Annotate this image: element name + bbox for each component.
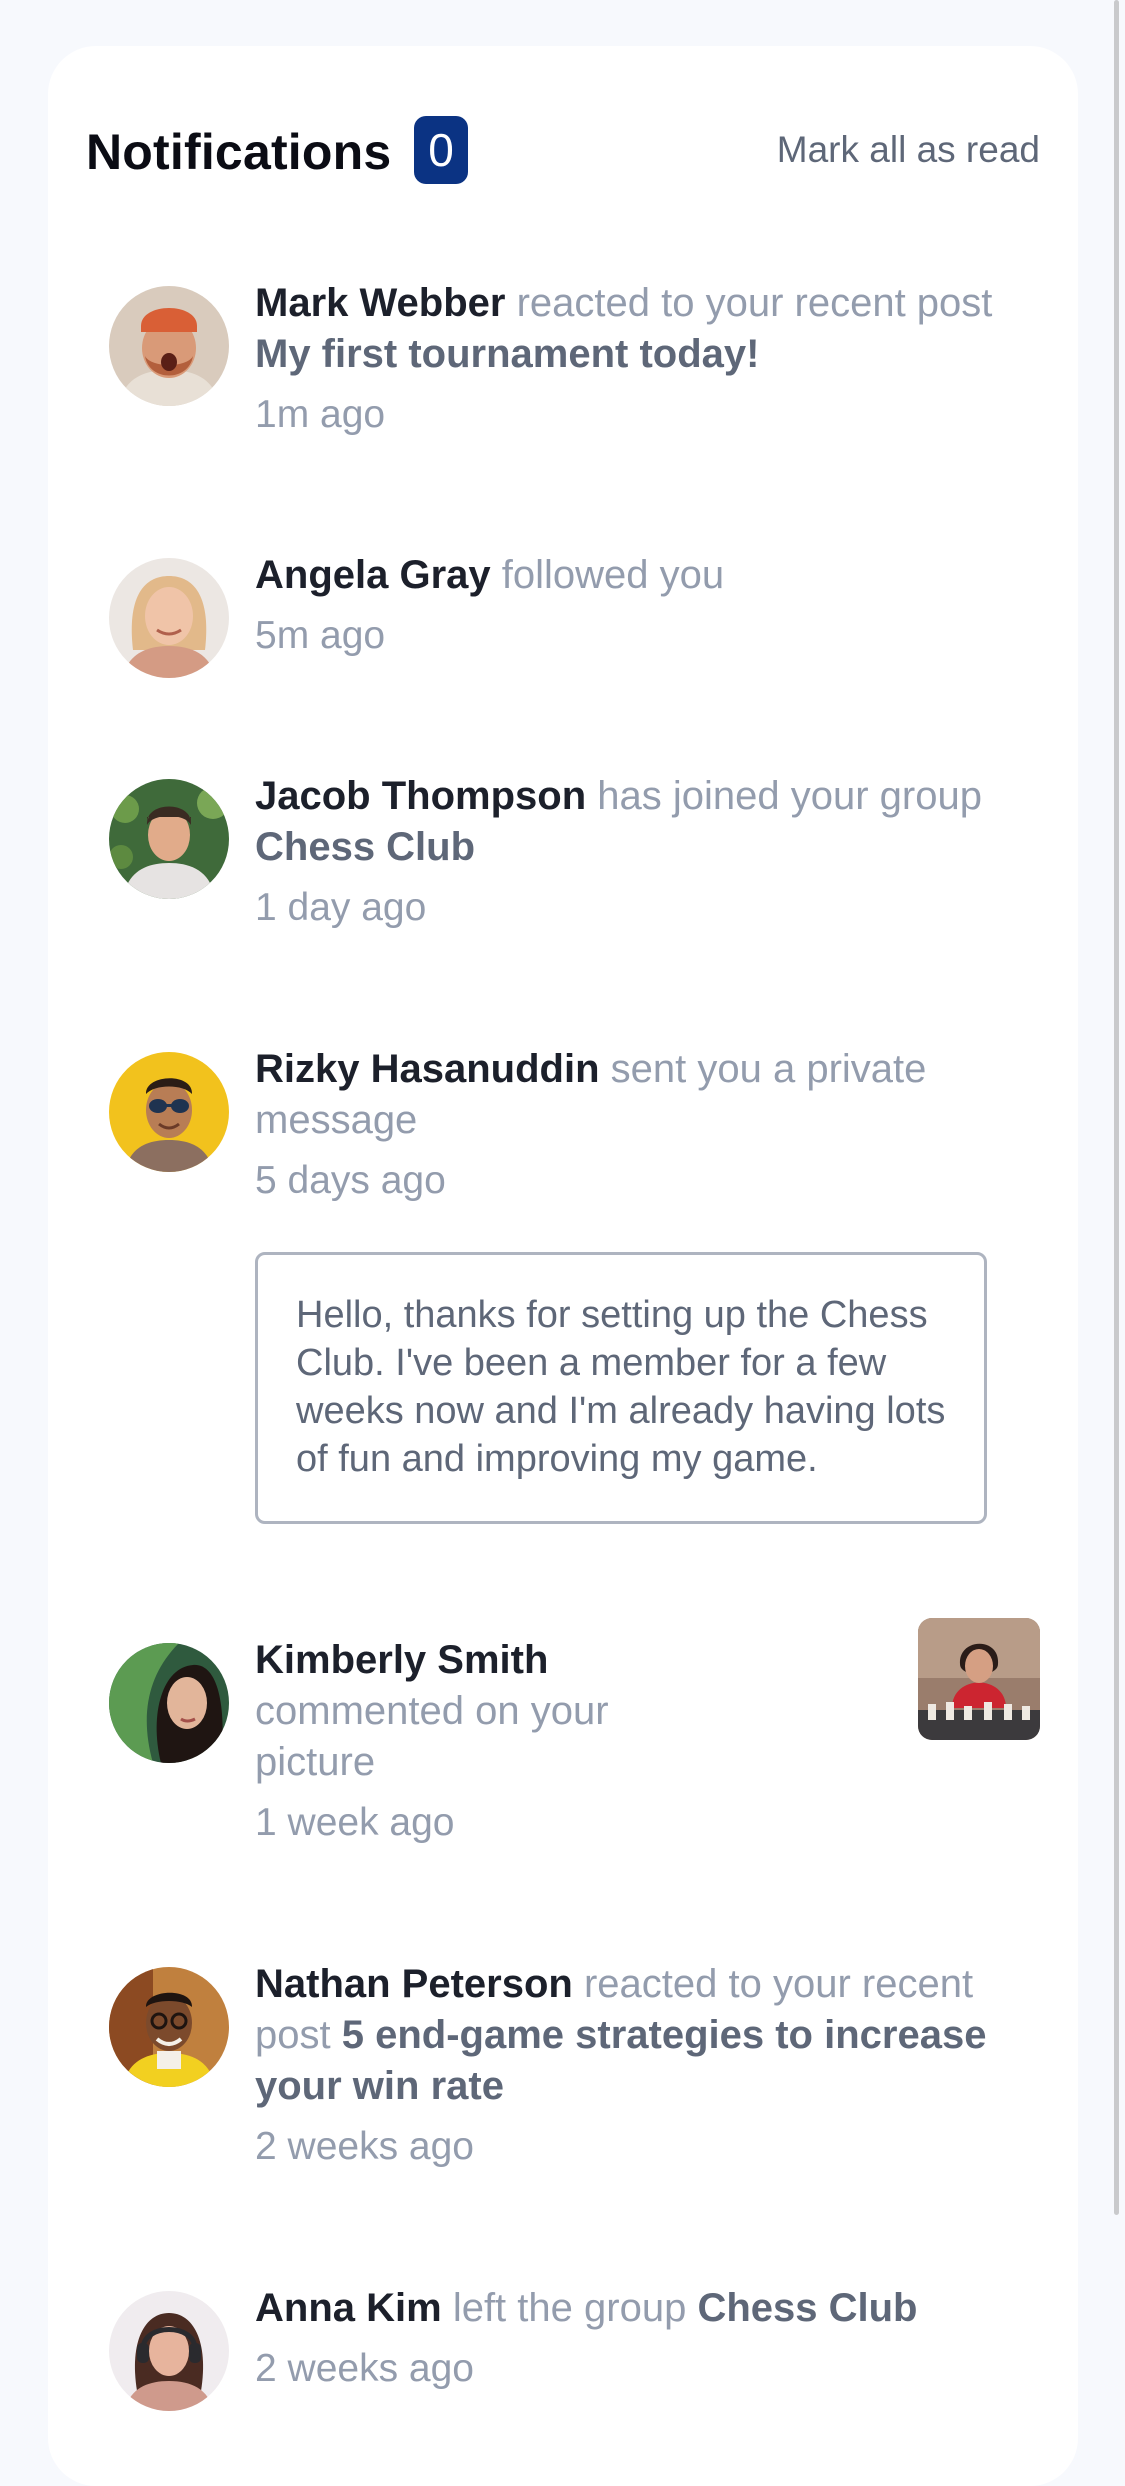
- notification-name[interactable]: Anna Kim: [255, 2286, 442, 2330]
- scrollbar[interactable]: [1114, 0, 1119, 2215]
- notification-time: 5 days ago: [255, 1159, 446, 1202]
- notification-name[interactable]: Nathan Peterson: [255, 1962, 573, 2006]
- mark-all-as-read-button[interactable]: Mark all as read: [777, 129, 1040, 171]
- avatar-angela-gray-icon: [109, 558, 229, 678]
- notification-action: has joined your group: [597, 774, 982, 818]
- notification-action: reacted to your recent post: [516, 281, 993, 325]
- notification-target[interactable]: Chess Club: [697, 2286, 917, 2330]
- notification-name[interactable]: Jacob Thompson: [255, 774, 586, 818]
- notification-time: 2 weeks ago: [255, 2347, 474, 2390]
- notification-name[interactable]: Rizky Hasanuddin: [255, 1047, 600, 1091]
- avatar[interactable]: [109, 286, 229, 406]
- avatar[interactable]: [109, 1052, 229, 1172]
- avatar[interactable]: [109, 779, 229, 899]
- avatar-mark-webber-icon: [109, 286, 229, 406]
- notification-time: 1m ago: [255, 393, 386, 436]
- avatar-jacob-thompson-icon: [109, 779, 229, 899]
- notification-name[interactable]: Angela Gray: [255, 553, 491, 597]
- avatar[interactable]: [109, 558, 229, 678]
- notification-target[interactable]: My first tournament today!: [255, 332, 759, 376]
- avatar-anna-kim-icon: [109, 2291, 229, 2411]
- notification-time: 5m ago: [255, 614, 386, 657]
- notification-time: 2 weeks ago: [255, 2125, 474, 2168]
- notification-action: commented on your picture: [255, 1689, 609, 1784]
- avatar-kimberly-smith-icon: [109, 1643, 229, 1763]
- notification-name[interactable]: Mark Webber: [255, 281, 505, 325]
- private-message[interactable]: Hello, thanks for setting up the Chess C…: [255, 1252, 987, 1524]
- notification-target[interactable]: Chess Club: [255, 825, 475, 869]
- avatar[interactable]: [109, 2291, 229, 2411]
- unread-count-badge: 0: [414, 116, 468, 184]
- notification-action: followed you: [501, 553, 725, 597]
- avatar-nathan-peterson-icon: [109, 1967, 229, 2087]
- header: Notifications 0 Mark all as read: [86, 112, 1040, 188]
- avatar[interactable]: [109, 1967, 229, 2087]
- notification-action: left the group: [452, 2286, 687, 2330]
- avatar[interactable]: [109, 1643, 229, 1763]
- commented-picture-thumbnail[interactable]: [918, 1618, 1040, 1740]
- page-title: Notifications: [86, 123, 392, 180]
- notification-target[interactable]: 5 end-game strategies to increase your w…: [255, 2013, 986, 2108]
- notification-time: 1 week ago: [255, 1801, 455, 1844]
- chess-picture-icon: [918, 1618, 1040, 1740]
- notification-time: 1 day ago: [255, 886, 427, 929]
- notifications-card: Notifications 0 Mark all as read Mark We…: [48, 46, 1078, 2486]
- avatar-rizky-hasanuddin-icon: [109, 1052, 229, 1172]
- notification-name[interactable]: Kimberly Smith: [255, 1638, 548, 1682]
